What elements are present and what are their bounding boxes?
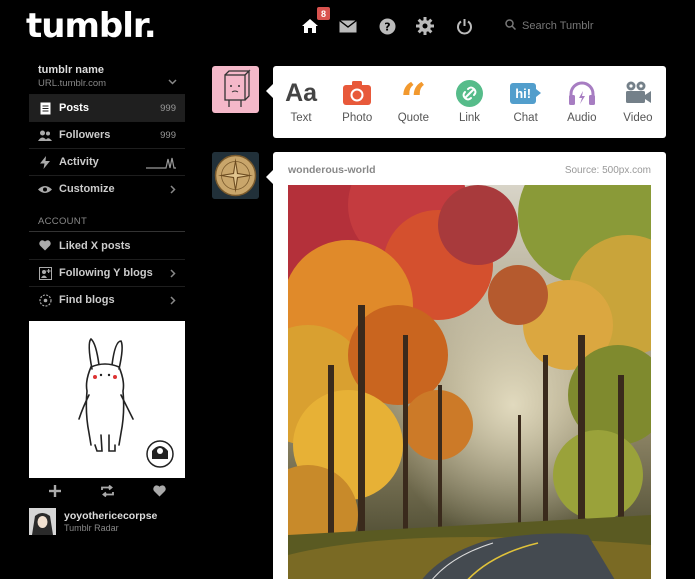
radar-label: Tumblr Radar bbox=[64, 523, 119, 533]
bunny-illustration bbox=[78, 337, 174, 468]
headphones-icon bbox=[568, 79, 596, 107]
post-type-label: Photo bbox=[342, 112, 373, 124]
radar-actions bbox=[29, 484, 185, 498]
plus-icon[interactable] bbox=[47, 484, 63, 498]
radar-avatar[interactable] bbox=[29, 508, 56, 535]
quote-icon: “ bbox=[400, 73, 427, 127]
power-icon[interactable] bbox=[453, 15, 475, 37]
link-icon bbox=[455, 79, 483, 107]
blog-name: tumblr name bbox=[38, 64, 105, 76]
sidebar-item-activity[interactable]: Activity bbox=[29, 148, 185, 175]
post-type-label: Video bbox=[623, 112, 653, 124]
post-type-link[interactable]: Link bbox=[441, 66, 497, 138]
sidebar-item-label: Customize bbox=[59, 183, 115, 195]
sidebar-item-posts[interactable]: Posts 999 bbox=[29, 94, 185, 121]
sidebar-item-label: Posts bbox=[59, 102, 89, 114]
lightning-icon bbox=[38, 155, 52, 169]
post-author-avatar[interactable] bbox=[212, 152, 259, 199]
user-avatar[interactable] bbox=[212, 66, 259, 113]
sidebar: tumblr name URL.tumblr.com Posts 999 Fol… bbox=[29, 60, 185, 313]
sidebar-item-liked[interactable]: Liked X posts bbox=[29, 232, 185, 259]
tumblr-logo[interactable]: tumblr. bbox=[26, 6, 157, 46]
post-type-label: Link bbox=[458, 112, 481, 124]
account-section-label: ACCOUNT bbox=[29, 202, 185, 232]
search-input[interactable] bbox=[522, 20, 672, 32]
sidebar-item-label: Following Y blogs bbox=[59, 267, 153, 279]
activity-sparkline-icon bbox=[146, 157, 176, 172]
compass-icon bbox=[38, 293, 52, 307]
heart-icon[interactable] bbox=[151, 484, 167, 498]
document-icon bbox=[38, 101, 52, 115]
video-camera-icon bbox=[624, 79, 652, 107]
sidebar-item-label: Activity bbox=[59, 156, 99, 168]
mail-icon[interactable] bbox=[337, 15, 359, 37]
eye-icon bbox=[38, 182, 52, 196]
post-type-text[interactable]: Aa Text bbox=[273, 66, 329, 138]
blog-selector[interactable]: tumblr name URL.tumblr.com bbox=[29, 60, 185, 94]
sidebar-item-customize[interactable]: Customize bbox=[29, 175, 185, 202]
post-type-label: Quote bbox=[397, 112, 430, 124]
post-author[interactable]: wonderous-world bbox=[288, 164, 376, 176]
people-icon bbox=[38, 128, 52, 142]
tumblr-radar[interactable]: yoyothericecorpse Tumblr Radar bbox=[29, 508, 199, 536]
post-type-photo[interactable]: Photo bbox=[329, 66, 385, 138]
sidebar-item-label: Liked X posts bbox=[59, 239, 131, 252]
followers-count: 999 bbox=[160, 129, 176, 141]
chevron-right-icon bbox=[170, 185, 176, 197]
post-type-video[interactable]: Video bbox=[610, 66, 666, 138]
dashboard-post: wonderous-world Source: 500px.com bbox=[266, 152, 666, 579]
search-bar[interactable] bbox=[505, 17, 675, 35]
svg-text:?: ? bbox=[384, 20, 390, 33]
text-icon: Aa bbox=[285, 78, 318, 107]
post-type-audio[interactable]: Audio bbox=[554, 66, 610, 138]
post-type-quote[interactable]: “ Quote bbox=[385, 66, 441, 138]
sidebar-item-following[interactable]: Following Y blogs bbox=[29, 259, 185, 286]
sidebar-item-find-blogs[interactable]: Find blogs bbox=[29, 286, 185, 313]
chevron-right-icon bbox=[170, 269, 176, 281]
chevron-right-icon bbox=[170, 296, 176, 308]
gear-icon[interactable] bbox=[414, 15, 436, 37]
post-type-bar: Aa Text Photo “ Quote Link hi! Chat Audi… bbox=[266, 66, 666, 138]
post-photo[interactable] bbox=[288, 185, 651, 579]
post-type-label: Text bbox=[290, 112, 312, 124]
autumn-forest-photo bbox=[288, 185, 651, 579]
chat-icon: hi! bbox=[510, 79, 542, 107]
sidebar-item-label: Find blogs bbox=[59, 294, 115, 306]
sidebar-item-followers[interactable]: Followers 999 bbox=[29, 121, 185, 148]
chevron-down-icon bbox=[168, 72, 177, 90]
post-type-label: Audio bbox=[567, 112, 597, 124]
help-icon[interactable]: ? bbox=[376, 15, 398, 37]
search-icon bbox=[505, 17, 517, 35]
follow-icon bbox=[38, 266, 52, 280]
camera-icon bbox=[343, 79, 372, 107]
blog-url: URL.tumblr.com bbox=[38, 78, 107, 89]
radar-username[interactable]: yoyothericecorpse bbox=[64, 510, 157, 522]
post-source[interactable]: Source: 500px.com bbox=[565, 165, 651, 176]
heart-icon bbox=[38, 239, 52, 253]
post-type-chat[interactable]: hi! Chat bbox=[498, 66, 554, 138]
radar-post-image[interactable] bbox=[29, 321, 185, 478]
sidebar-item-label: Followers bbox=[59, 129, 111, 141]
posts-count: 999 bbox=[160, 102, 176, 114]
notification-badge[interactable]: 8 bbox=[317, 7, 330, 20]
reblog-icon[interactable] bbox=[99, 484, 115, 498]
post-type-label: Chat bbox=[513, 112, 538, 124]
